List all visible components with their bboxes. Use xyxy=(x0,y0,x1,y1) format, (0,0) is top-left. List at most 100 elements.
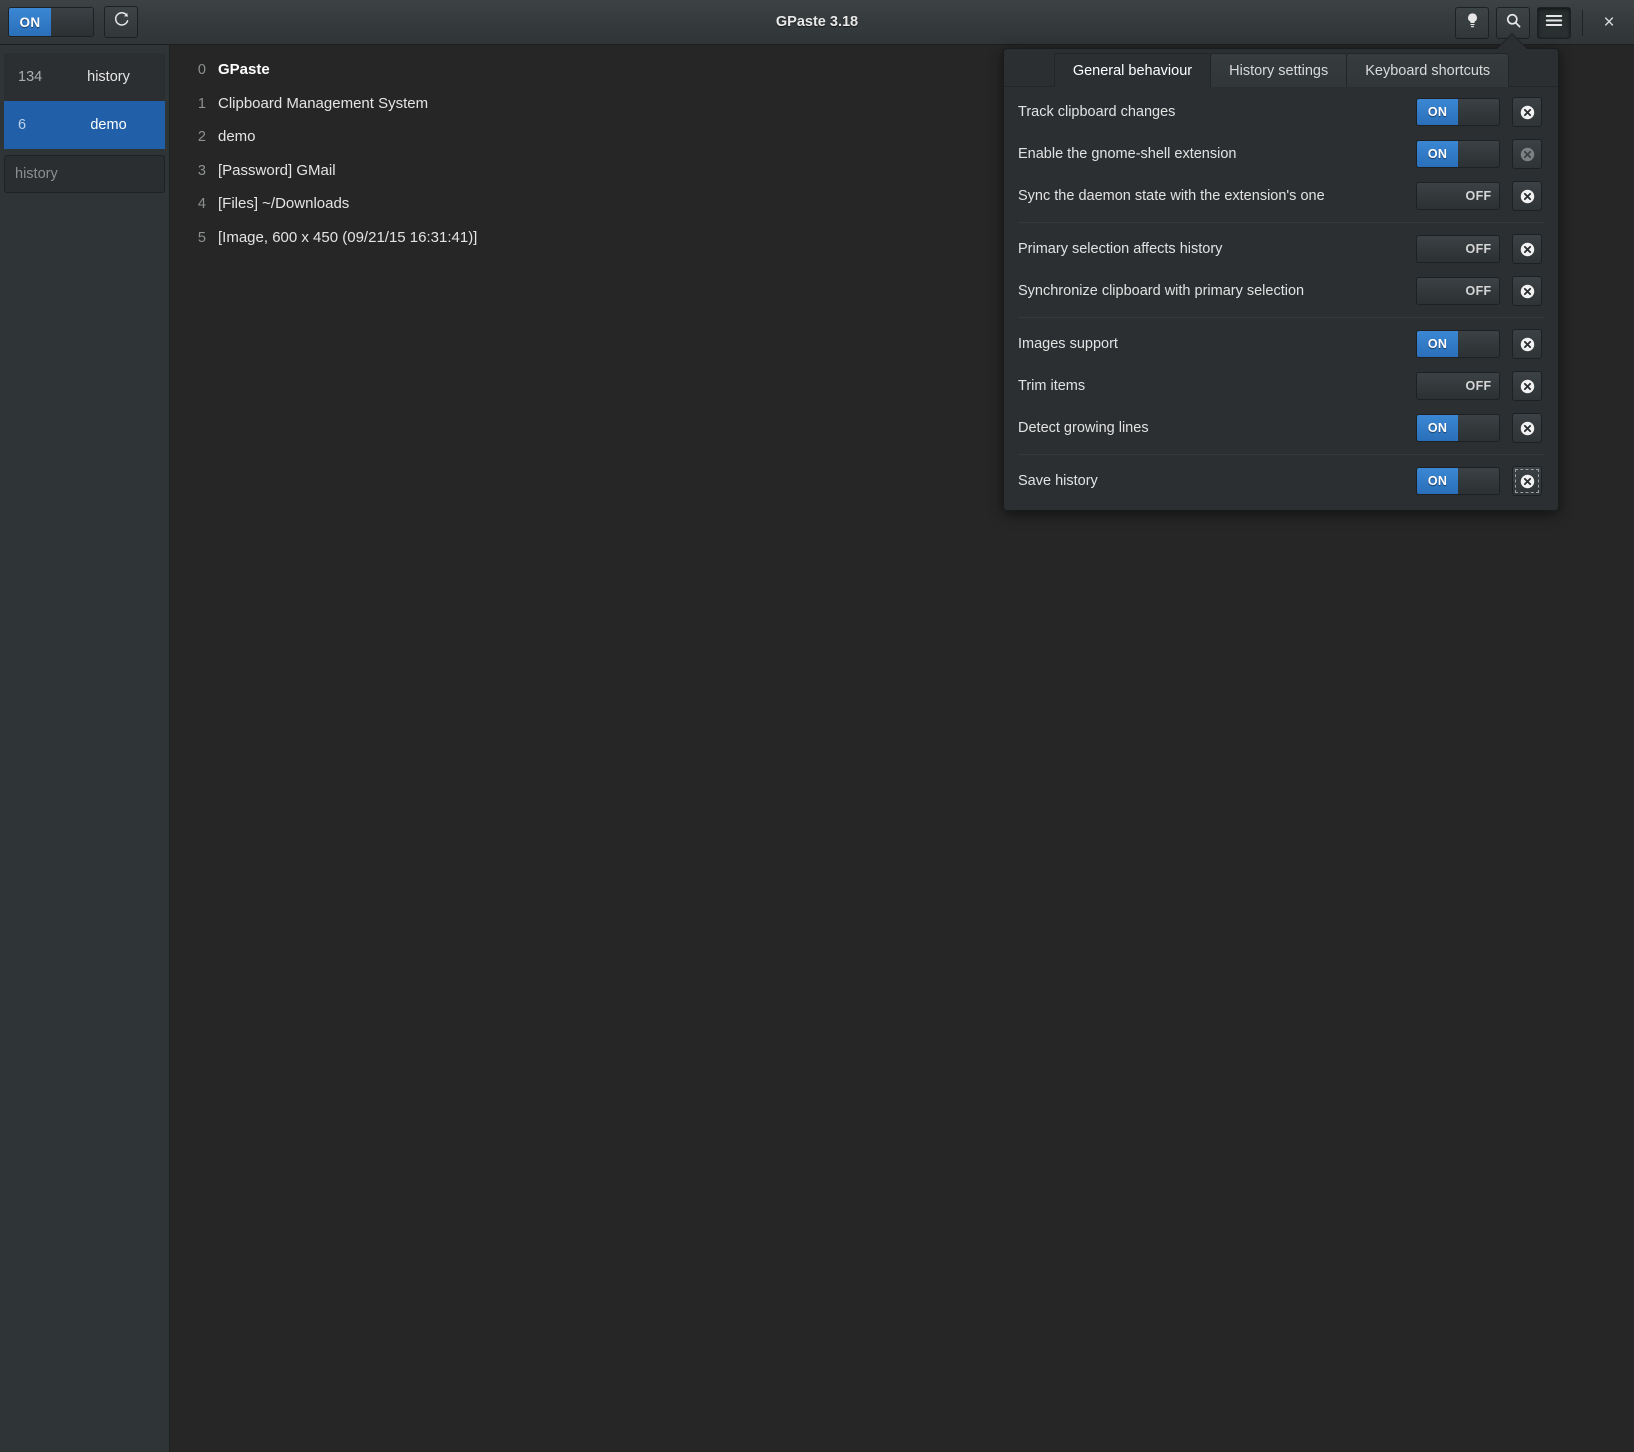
new-history-field[interactable]: ↵ xyxy=(4,155,165,193)
toggle-empty-slot xyxy=(1417,183,1458,209)
toggle-empty-slot xyxy=(1417,236,1458,262)
setting-toggle[interactable]: ON xyxy=(1416,414,1500,442)
titlebar: ON GPaste 3.18 xyxy=(0,0,1634,45)
titlebar-right-controls: × xyxy=(1455,0,1624,45)
history-item-history[interactable]: 134history xyxy=(4,53,165,101)
history-item-count: 134 xyxy=(18,69,66,85)
clipboard-item-text: [Image, 600 x 450 (09/21/15 16:31:41)] xyxy=(218,229,477,246)
clipboard-item-text: [Files] ~/Downloads xyxy=(218,195,349,212)
clipboard-item-index: 0 xyxy=(184,62,206,78)
setting-row: Primary selection affects historyOFF xyxy=(1004,228,1558,270)
clipboard-item-index: 3 xyxy=(184,163,206,179)
clipboard-item-text: [Password] GMail xyxy=(218,162,336,179)
toggle-off-label: OFF xyxy=(1458,183,1499,209)
reset-setting-button[interactable] xyxy=(1512,234,1542,264)
daemon-toggle[interactable]: ON xyxy=(8,7,94,37)
settings-rows: Track clipboard changesONEnable the gnom… xyxy=(1004,87,1558,510)
setting-toggle[interactable]: ON xyxy=(1416,140,1500,168)
toggle-empty-slot xyxy=(1458,99,1499,125)
setting-toggle[interactable]: ON xyxy=(1416,467,1500,495)
reset-setting-button[interactable] xyxy=(1512,329,1542,359)
close-icon: × xyxy=(1603,13,1614,32)
setting-label: Detect growing lines xyxy=(1018,420,1416,436)
toggle-on-label: ON xyxy=(1417,468,1458,494)
toggle-empty-slot xyxy=(1458,141,1499,167)
setting-toggle[interactable]: OFF xyxy=(1416,277,1500,305)
daemon-toggle-off-label xyxy=(51,8,93,36)
setting-label: Enable the gnome-shell extension xyxy=(1018,146,1416,162)
hamburger-icon xyxy=(1545,13,1563,33)
toggle-off-label: OFF xyxy=(1458,373,1499,399)
reset-setting-button[interactable] xyxy=(1512,371,1542,401)
toggle-empty-slot xyxy=(1417,373,1458,399)
tab-keyboard-shortcuts[interactable]: Keyboard shortcuts xyxy=(1346,53,1509,87)
settings-group-separator xyxy=(1018,222,1544,223)
toggle-on-label: ON xyxy=(1417,415,1458,441)
toggle-empty-slot xyxy=(1417,278,1458,304)
toggle-on-label: ON xyxy=(1417,99,1458,125)
close-button[interactable]: × xyxy=(1594,7,1624,39)
setting-toggle[interactable]: ON xyxy=(1416,330,1500,358)
history-item-demo[interactable]: 6demo xyxy=(4,101,165,149)
tab-history-settings[interactable]: History settings xyxy=(1210,53,1347,87)
refresh-button[interactable] xyxy=(104,6,138,38)
reset-circle-x-icon xyxy=(1519,104,1536,121)
setting-toggle[interactable]: OFF xyxy=(1416,372,1500,400)
reset-setting-button[interactable] xyxy=(1512,97,1542,127)
toggle-empty-slot xyxy=(1458,468,1499,494)
settings-group-separator xyxy=(1018,454,1544,455)
search-icon xyxy=(1505,12,1522,34)
setting-label: Primary selection affects history xyxy=(1018,241,1416,257)
about-button[interactable] xyxy=(1455,7,1489,39)
titlebar-left-controls: ON xyxy=(8,6,138,38)
reset-setting-button[interactable] xyxy=(1512,466,1542,496)
popover-tail xyxy=(1497,34,1527,49)
history-item-count: 6 xyxy=(18,117,66,133)
setting-toggle[interactable]: ON xyxy=(1416,98,1500,126)
history-item-label: demo xyxy=(66,117,151,133)
lightbulb-icon xyxy=(1464,12,1481,34)
reset-circle-x-icon xyxy=(1519,241,1536,258)
reset-setting-button xyxy=(1512,139,1542,169)
reset-circle-x-icon xyxy=(1519,336,1536,353)
reset-circle-x-icon xyxy=(1519,420,1536,437)
settings-popover: General behaviourHistory settingsKeyboar… xyxy=(1003,48,1559,511)
toggle-on-label: ON xyxy=(1417,141,1458,167)
clipboard-item-index: 5 xyxy=(184,230,206,246)
setting-label: Trim items xyxy=(1018,378,1416,394)
reset-setting-button[interactable] xyxy=(1512,181,1542,211)
setting-label: Track clipboard changes xyxy=(1018,104,1416,120)
toggle-on-label: ON xyxy=(1417,331,1458,357)
reset-circle-x-icon xyxy=(1519,146,1536,163)
reset-setting-button[interactable] xyxy=(1512,276,1542,306)
titlebar-separator xyxy=(1582,10,1583,36)
setting-label: Sync the daemon state with the extension… xyxy=(1018,188,1416,204)
settings-group-separator xyxy=(1018,317,1544,318)
reset-setting-button[interactable] xyxy=(1512,413,1542,443)
setting-label: Images support xyxy=(1018,336,1416,352)
setting-row: Save historyON xyxy=(1004,460,1558,502)
setting-row: Detect growing linesON xyxy=(1004,407,1558,449)
setting-toggle[interactable]: OFF xyxy=(1416,182,1500,210)
clipboard-item-text: GPaste xyxy=(218,61,270,78)
tab-general-behaviour[interactable]: General behaviour xyxy=(1054,53,1211,87)
refresh-icon xyxy=(113,11,130,33)
reset-circle-x-icon xyxy=(1519,378,1536,395)
reset-circle-x-icon xyxy=(1519,188,1536,205)
reset-circle-x-icon xyxy=(1519,473,1536,490)
menu-button[interactable] xyxy=(1537,7,1571,39)
setting-label: Synchronize clipboard with primary selec… xyxy=(1018,283,1416,299)
settings-tabs: General behaviourHistory settingsKeyboar… xyxy=(1004,49,1558,87)
sidebar: 134history6demo ↵ xyxy=(0,45,170,1452)
setting-row: Enable the gnome-shell extensionON xyxy=(1004,133,1558,175)
clipboard-item-index: 1 xyxy=(184,96,206,112)
toggle-empty-slot xyxy=(1458,331,1499,357)
reset-circle-x-icon xyxy=(1519,283,1536,300)
setting-label: Save history xyxy=(1018,473,1416,489)
setting-row: Images supportON xyxy=(1004,323,1558,365)
setting-toggle[interactable]: OFF xyxy=(1416,235,1500,263)
page-title: GPaste 3.18 xyxy=(0,14,1634,30)
toggle-off-label: OFF xyxy=(1458,278,1499,304)
history-item-label: history xyxy=(66,69,151,85)
history-list: 134history6demo xyxy=(4,53,165,149)
